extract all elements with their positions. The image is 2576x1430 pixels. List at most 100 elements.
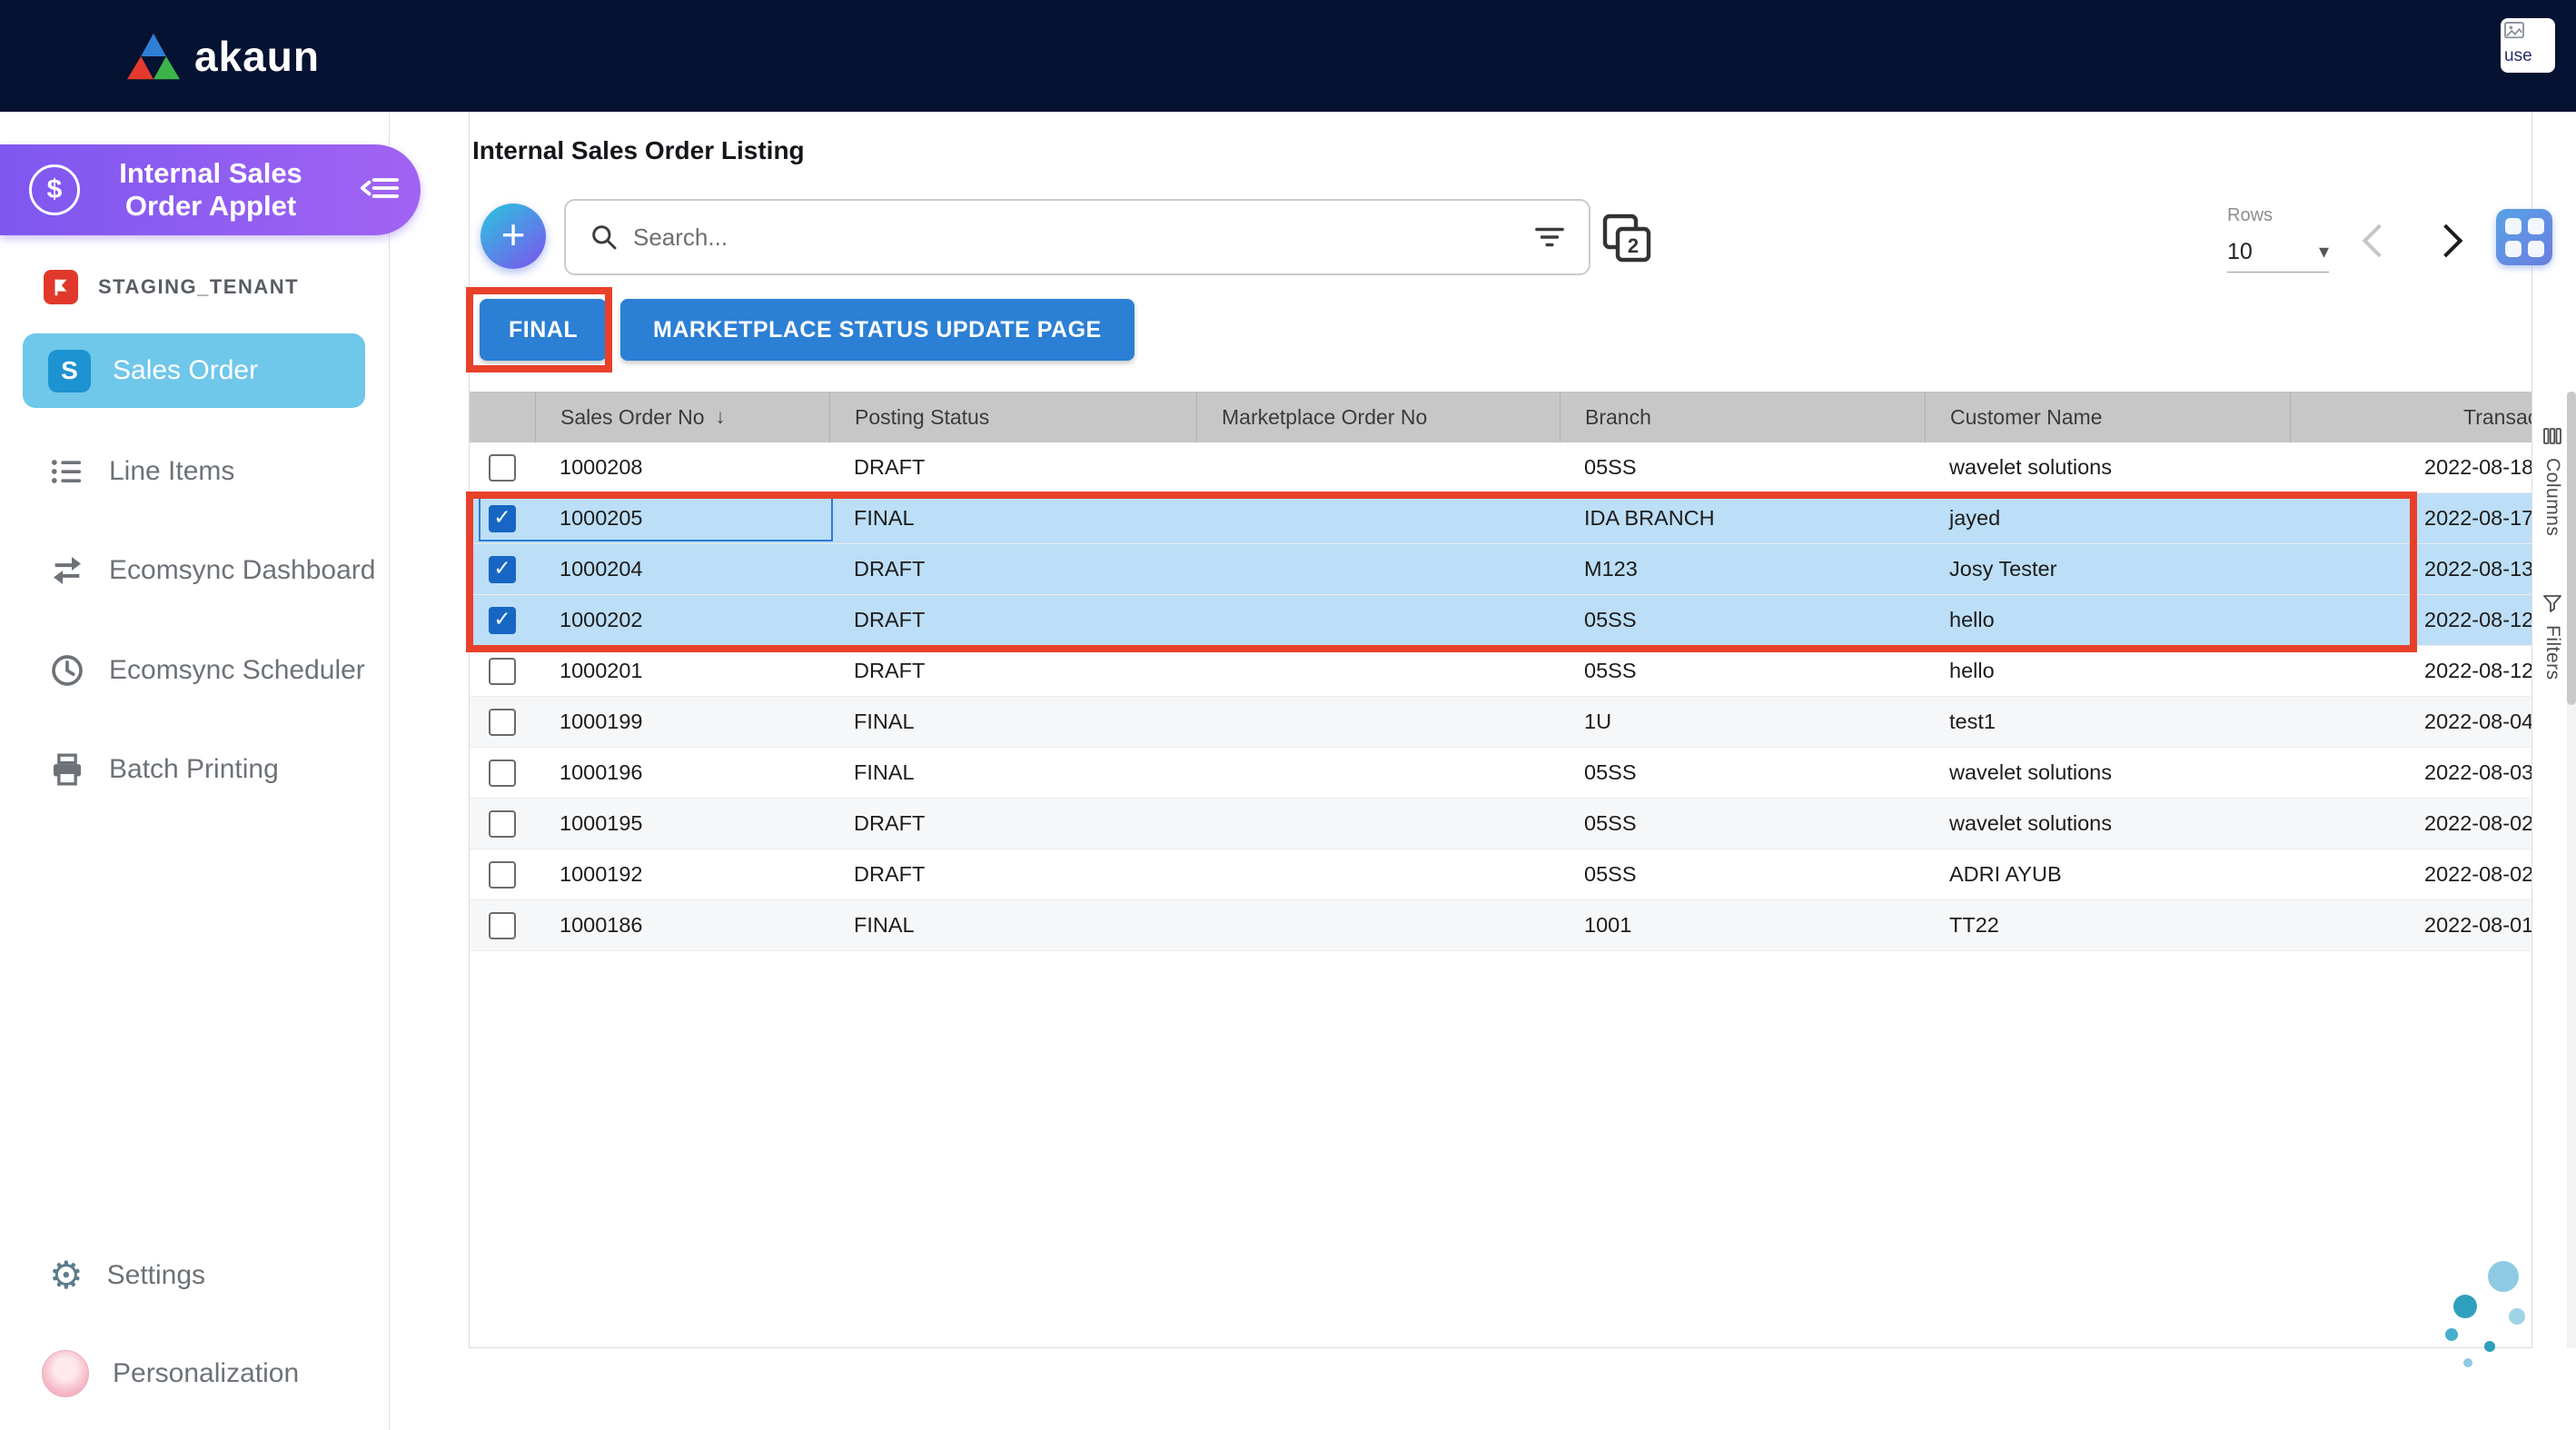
cell-branch: 05SS	[1560, 862, 1925, 887]
sidebar-item-label: Batch Printing	[109, 754, 279, 785]
header-customer-name[interactable]: Customer Name	[1925, 392, 2290, 442]
sync-arrows-icon	[49, 552, 85, 589]
cell-sales-order-no: 1000196	[535, 760, 829, 785]
sidebar-item-settings[interactable]: ⚙ Settings	[49, 1254, 205, 1297]
app-window: akaun use $ Internal Sales Order Applet	[0, 0, 2576, 1430]
table-row[interactable]: 1000195 DRAFT 05SS wavelet solutions 202…	[470, 799, 2531, 849]
cell-branch: 1U	[1560, 710, 1925, 734]
decorative-dot	[2484, 1341, 2495, 1352]
search-input[interactable]	[633, 223, 1520, 252]
avatar-alt-text: use	[2504, 46, 2551, 66]
header-sales-order-no[interactable]: Sales Order No ↓	[535, 392, 829, 442]
cell-sales-order-no: 1000205	[535, 506, 829, 531]
table-header: Sales Order No ↓ Posting Status Marketpl…	[470, 392, 2531, 442]
sidebar-item-sales-order[interactable]: S Sales Order	[23, 333, 365, 408]
cell-sales-order-no: 1000204	[535, 557, 829, 581]
grid-square	[2528, 241, 2544, 257]
header-marketplace-order-no[interactable]: Marketplace Order No	[1196, 392, 1560, 442]
sales-order-table: Sales Order No ↓ Posting Status Marketpl…	[470, 392, 2531, 951]
row-checkbox[interactable]: ✓	[489, 556, 516, 583]
header-branch[interactable]: Branch	[1560, 392, 1925, 442]
row-checkbox[interactable]	[489, 912, 516, 939]
filter-icon[interactable]	[1534, 223, 1565, 251]
header-posting-status[interactable]: Posting Status	[829, 392, 1196, 442]
cell-customer-name: wavelet solutions	[1925, 811, 2290, 836]
row-checkbox[interactable]	[489, 760, 516, 787]
cell-transaction-date: 2022-08-12	[2290, 659, 2531, 683]
cell-branch: 1001	[1560, 913, 1925, 938]
row-checkbox[interactable]: ✓	[489, 505, 516, 532]
akaun-logo: akaun	[127, 0, 320, 112]
cell-sales-order-no: 1000201	[535, 659, 829, 683]
cell-transaction-date: 2022-08-01	[2290, 913, 2531, 938]
grid-view-button[interactable]	[2496, 209, 2552, 265]
add-button[interactable]: +	[481, 204, 546, 269]
cell-customer-name: Josy Tester	[1925, 557, 2290, 581]
table-row[interactable]: 1000201 DRAFT 05SS hello 2022-08-12	[470, 646, 2531, 697]
search-bar	[564, 199, 1590, 275]
cell-transaction-date: 2022-08-18	[2290, 455, 2531, 480]
sidebar-item-line-items[interactable]: Line Items	[49, 450, 234, 493]
marketplace-status-update-button[interactable]: MARKETPLACE STATUS UPDATE PAGE	[620, 299, 1134, 361]
header-label: Marketplace Order No	[1222, 405, 1427, 430]
sidebar-item-personalization[interactable]: Personalization	[42, 1352, 299, 1395]
table-row[interactable]: 1000186 FINAL 1001 TT22 2022-08-01	[470, 900, 2531, 951]
cell-branch: 05SS	[1560, 455, 1925, 480]
filters-panel-toggle[interactable]: Filters	[2536, 592, 2569, 680]
cell-posting-status: DRAFT	[829, 862, 1196, 887]
header-transaction-date[interactable]: Transaction Date	[2290, 392, 2531, 442]
cell-transaction-date: 2022-08-02	[2290, 862, 2531, 887]
row-checkbox[interactable]	[489, 810, 516, 838]
sidebar-item-ecomsync-scheduler[interactable]: Ecomsync Scheduler	[49, 649, 365, 692]
gear-icon: ⚙	[49, 1256, 84, 1295]
sales-order-applet-icon: $	[29, 164, 80, 215]
cell-customer-name: jayed	[1925, 506, 2290, 531]
table-row[interactable]: 1000208 DRAFT 05SS wavelet solutions 202…	[470, 442, 2531, 493]
sidebar-item-batch-printing[interactable]: Batch Printing	[49, 748, 279, 791]
columns-panel-toggle[interactable]: Columns	[2536, 425, 2569, 536]
table-row[interactable]: 1000192 DRAFT 05SS ADRI AYUB 2022-08-02	[470, 849, 2531, 900]
cell-sales-order-no: 1000192	[535, 862, 829, 887]
cell-customer-name: hello	[1925, 608, 2290, 632]
row-checkbox-cell	[470, 646, 535, 696]
row-checkbox-cell	[470, 697, 535, 747]
row-checkbox[interactable]	[489, 454, 516, 482]
cell-posting-status: DRAFT	[829, 811, 1196, 836]
decorative-dot	[2509, 1308, 2525, 1325]
personalization-avatar	[42, 1350, 89, 1397]
cell-branch: 05SS	[1560, 608, 1925, 632]
cell-posting-status: DRAFT	[829, 557, 1196, 581]
row-checkbox[interactable]	[489, 861, 516, 889]
header-label: Transaction Date	[2463, 405, 2531, 430]
sidebar-item-label: Ecomsync Dashboard	[109, 555, 375, 586]
cell-branch: IDA BRANCH	[1560, 506, 1925, 531]
row-checkbox[interactable]: ✓	[489, 607, 516, 634]
table-row[interactable]: 1000199 FINAL 1U test1 2022-08-04	[470, 697, 2531, 748]
collapse-sidebar-icon[interactable]	[359, 174, 401, 207]
cell-posting-status: DRAFT	[829, 659, 1196, 683]
final-button[interactable]: FINAL	[480, 299, 607, 361]
cell-posting-status: FINAL	[829, 506, 1196, 531]
table-row[interactable]: 1000196 FINAL 05SS wavelet solutions 202…	[470, 748, 2531, 799]
table-row[interactable]: ✓ 1000204 DRAFT M123 Josy Tester 2022-08…	[470, 544, 2531, 595]
vertical-scrollbar[interactable]	[2567, 392, 2576, 1348]
rows-per-page-value: 10	[2227, 239, 2253, 265]
row-checkbox-cell: ✓	[470, 595, 535, 645]
sidebar-item-label: Ecomsync Scheduler	[109, 655, 365, 686]
decorative-dot	[2445, 1328, 2458, 1341]
cell-customer-name: TT22	[1925, 913, 2290, 938]
rows-per-page-select[interactable]: 10 ▾	[2227, 233, 2329, 273]
table-row[interactable]: ✓ 1000205 FINAL IDA BRANCH jayed 2022-08…	[470, 493, 2531, 544]
table-row[interactable]: ✓ 1000202 DRAFT 05SS hello 2022-08-12	[470, 595, 2531, 646]
sidebar-item-label: Sales Order	[113, 355, 258, 386]
page-title: Internal Sales Order Listing	[472, 136, 805, 165]
pages-icon[interactable]: 2	[1601, 213, 1652, 263]
row-checkbox[interactable]	[489, 658, 516, 685]
user-avatar-broken-image[interactable]: use	[2501, 18, 2555, 73]
sidebar-item-label: Personalization	[113, 1358, 299, 1389]
row-checkbox[interactable]	[489, 709, 516, 736]
scrollbar-thumb[interactable]	[2567, 392, 2576, 705]
cell-transaction-date: 2022-08-04	[2290, 710, 2531, 734]
sidebar-item-ecomsync-dashboard[interactable]: Ecomsync Dashboard	[49, 549, 375, 592]
tenant-selector[interactable]: STAGING_TENANT	[44, 270, 299, 304]
